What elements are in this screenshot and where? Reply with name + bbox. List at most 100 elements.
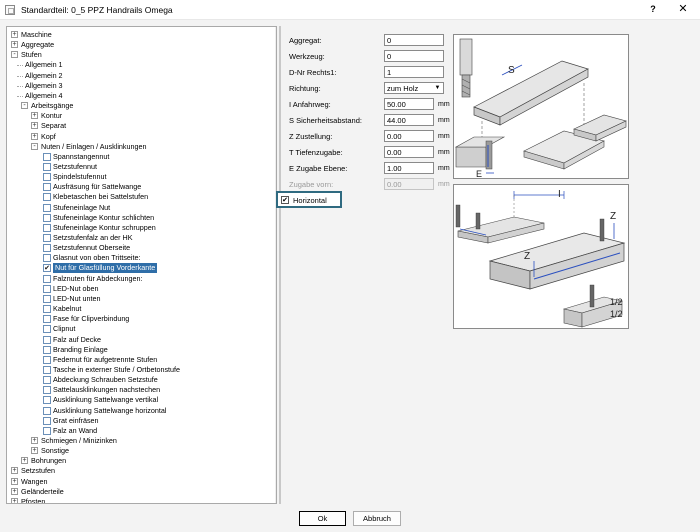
tree-item-checkbox[interactable] [43, 315, 51, 324]
tree-item[interactable]: Glasnut von oben Trittseite: [7, 253, 273, 263]
field-input[interactable]: 0.00 [384, 146, 434, 158]
expand-icon[interactable]: + [11, 467, 18, 475]
tree-item-checkbox[interactable] [43, 254, 51, 263]
tree-item[interactable]: + Pfosten [7, 497, 273, 503]
tree-item-checkbox[interactable] [43, 365, 51, 374]
tree-item[interactable]: Grat einfräsen [7, 416, 273, 426]
tree-item[interactable]: Fase für Clipverbindung [7, 314, 273, 324]
expand-icon[interactable]: + [11, 31, 18, 38]
tree-item-checkbox[interactable] [43, 426, 51, 435]
ok-button[interactable]: Ok [299, 511, 346, 526]
tree-item-checkbox[interactable] [43, 335, 51, 344]
field-input[interactable]: 1 [384, 66, 444, 78]
tree-item[interactable]: - Nuten / Einlagen / Ausklinkungen [7, 142, 273, 152]
field-input[interactable]: 44.00 [384, 114, 434, 126]
collapse-icon[interactable]: - [31, 142, 38, 150]
tree-item[interactable]: + Sonstige [7, 446, 273, 456]
expand-icon[interactable]: + [11, 477, 18, 485]
tree-item[interactable]: Setzstufenfalz an der HK [7, 233, 273, 243]
tree-item-checkbox[interactable] [43, 406, 51, 415]
tree-item[interactable]: + Kontur [7, 111, 273, 121]
tree-item[interactable]: + Geländerteile [7, 487, 273, 497]
tree-item-checkbox[interactable] [43, 213, 51, 222]
tree-item-checkbox[interactable]: ✔ [43, 264, 51, 273]
expand-icon[interactable]: + [31, 112, 38, 120]
direction-select[interactable]: zum Holz ▼ [384, 82, 444, 94]
cancel-button[interactable]: Abbruch [353, 511, 401, 526]
tree-item[interactable]: Allgemein 3 [7, 81, 273, 91]
tree-item-checkbox[interactable] [43, 396, 51, 405]
expand-icon[interactable]: + [11, 41, 18, 49]
tree-item-checkbox[interactable] [43, 162, 51, 171]
tree-item[interactable]: + Wangen [7, 477, 273, 487]
collapse-icon[interactable]: - [21, 102, 28, 110]
expand-icon[interactable]: + [31, 447, 38, 455]
tree-item-checkbox[interactable] [43, 193, 51, 202]
tree-item[interactable]: LED-Nut unten [7, 294, 273, 304]
tree-item-checkbox[interactable] [43, 386, 51, 395]
tree-item[interactable]: Ausfräsung für Sattelwange [7, 182, 273, 192]
expand-icon[interactable]: + [31, 122, 38, 130]
collapse-icon[interactable]: - [11, 51, 18, 59]
tree-item[interactable]: + Kopf [7, 132, 273, 142]
tree-item-checkbox[interactable] [43, 152, 51, 161]
tree-item-checkbox[interactable] [43, 325, 51, 334]
tree-item[interactable]: Klebetaschen bei Sattelstufen [7, 192, 273, 202]
tree-item[interactable]: Setzstufennut Oberseite [7, 243, 273, 253]
tree-item-checkbox[interactable] [43, 416, 51, 425]
expand-icon[interactable]: + [21, 457, 28, 465]
close-button[interactable]: ✕ [670, 2, 696, 17]
tree-item[interactable]: + Aggregate [7, 40, 273, 50]
tree-item[interactable]: LED-Nut oben [7, 284, 273, 294]
tree-item[interactable]: Clipnut [7, 324, 273, 334]
tree-item[interactable]: Allgemein 2 [7, 71, 273, 81]
tree-item[interactable]: + Separat [7, 121, 273, 131]
help-button[interactable]: ? [640, 2, 666, 17]
tree-item-checkbox[interactable] [43, 376, 51, 385]
tree-item[interactable]: Stufeneinlage Kontur schruppen [7, 223, 273, 233]
tree-item[interactable]: Kabelnut [7, 304, 273, 314]
tree-item[interactable]: + Bohrungen [7, 456, 273, 466]
field-input[interactable]: 0 [384, 50, 444, 62]
expand-icon[interactable]: + [11, 487, 18, 495]
tree-item-checkbox[interactable] [43, 305, 51, 314]
tree-item[interactable]: Spannstangennut [7, 152, 273, 162]
operations-tree[interactable]: + Maschine + Aggregate - Stufen Allgemein 1 All… [6, 26, 277, 504]
tree-item-checkbox[interactable] [43, 183, 51, 192]
tree-item-checkbox[interactable] [43, 294, 51, 303]
tree-item[interactable]: Federnut für aufgetrennte Stufen [7, 355, 273, 365]
tree-item[interactable]: Falznuten für Abdeckungen: [7, 274, 273, 284]
tree-item[interactable]: Branding Einlage [7, 345, 273, 355]
tree-item[interactable]: Abdeckung Schrauben Setzstufe [7, 375, 273, 385]
tree-item[interactable]: + Setzstufen [7, 466, 273, 476]
expand-icon[interactable]: + [31, 437, 38, 444]
tree-item[interactable]: Setzstufennut [7, 162, 273, 172]
tree-item-checkbox[interactable] [43, 223, 51, 232]
tree-item-checkbox[interactable] [43, 355, 51, 364]
tree-item[interactable]: Stufeneinlage Kontur schlichten [7, 213, 273, 223]
tree-item[interactable]: Falz an Wand [7, 426, 273, 436]
field-input[interactable]: 0.00 [384, 130, 434, 142]
tree-item-checkbox[interactable] [43, 274, 51, 283]
tree-item-checkbox[interactable] [43, 173, 51, 182]
field-input[interactable]: 1.00 [384, 162, 434, 174]
tree-item[interactable]: Stufeneinlage Nut [7, 203, 273, 213]
tree-item[interactable]: Ausklinkung Sattelwange horizontal [7, 406, 273, 416]
tree-item-checkbox[interactable] [43, 203, 51, 212]
tree-item[interactable]: Allgemein 1 [7, 60, 273, 70]
tree-item[interactable]: + Schmiegen / Minizinken [7, 436, 273, 446]
tree-item[interactable]: Allgemein 4 [7, 91, 273, 101]
panel-splitter[interactable] [279, 26, 281, 504]
tree-item[interactable]: Sattelausklinkungen nachstechen [7, 385, 273, 395]
tree-item[interactable]: Tasche in externer Stufe / Ortbetonstufe [7, 365, 273, 375]
tree-item-checkbox[interactable] [43, 284, 51, 293]
tree-item-checkbox[interactable] [43, 244, 51, 253]
horizontal-checkbox[interactable]: ✔ [281, 196, 289, 204]
tree-item-checkbox[interactable] [43, 345, 51, 354]
tree-item[interactable]: ✔ Nut für Glasfüllung Vorderkante [7, 263, 273, 274]
field-input[interactable]: 0 [384, 34, 444, 46]
expand-icon[interactable]: + [31, 132, 38, 140]
tree-item[interactable]: + Maschine [7, 30, 273, 40]
field-input[interactable]: 50.00 [384, 98, 434, 110]
tree-item[interactable]: Ausklinkung Sattelwange vertikal [7, 395, 273, 405]
